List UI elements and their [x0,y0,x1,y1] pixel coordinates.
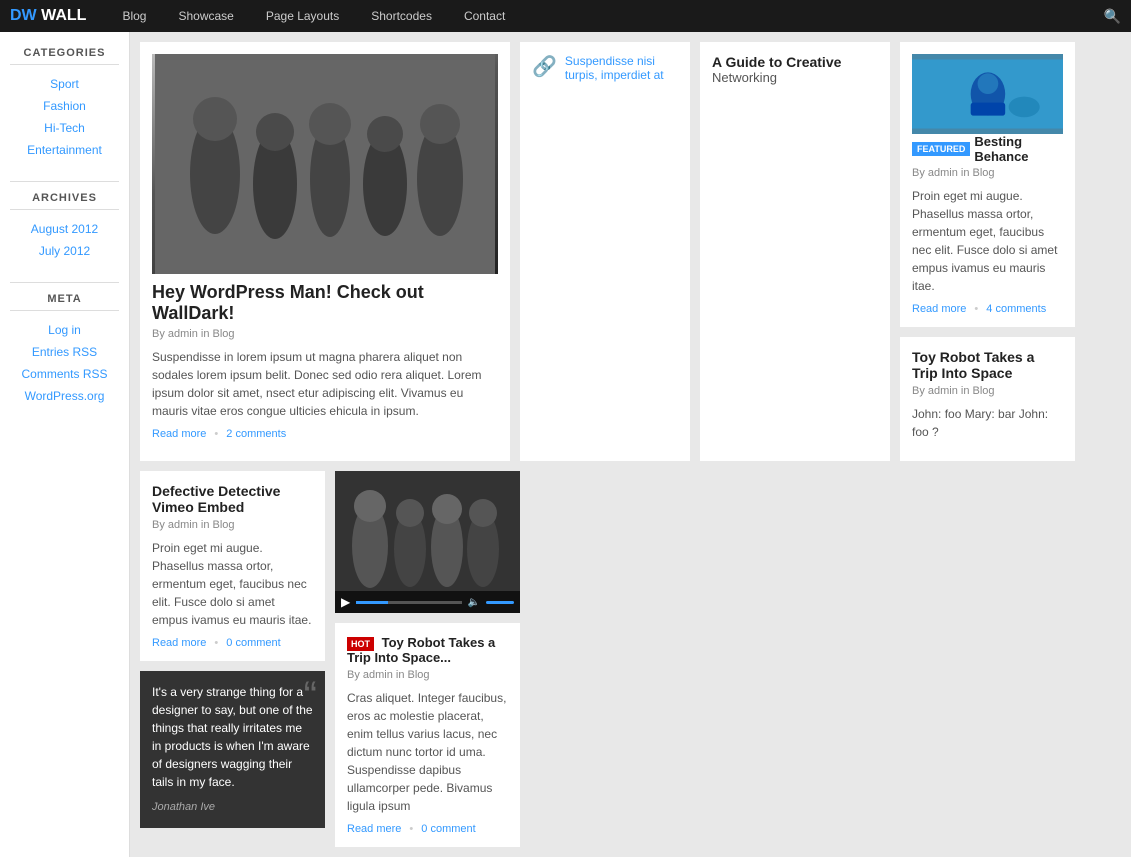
besting-read-more[interactable]: Read more [912,303,966,315]
link-icon: 🔗 [532,54,557,79]
guide-post: A Guide to Creative Networking [700,42,890,461]
meta-title: META [10,293,119,311]
featured-tag-row: FEATURED Besting Behance [912,134,1063,164]
featured-comments[interactable]: 2 comments [226,428,286,440]
sidebar-divider-1 [10,181,119,182]
archives-title: ARCHIVES [10,192,119,210]
defective-footer: Read more • 0 comment [152,637,313,649]
besting-meta: By admin in Blog [912,167,1063,179]
besting-excerpt: Proin eget mi augue. Phasellus massa ort… [912,187,1063,295]
col-middle: FEATURED Besting Behance By admin in Blo… [900,42,1075,461]
video-thumbnail[interactable] [335,471,520,591]
quote-text: It's a very strange thing for a designer… [152,683,313,791]
featured-post-meta: By admin in Blog [152,328,498,340]
sidebar-item-entertainment[interactable]: Entertainment [10,139,119,161]
meta-wordpress[interactable]: WordPress.org [10,385,119,407]
toy-robot-right-post: HOT Toy Robot Takes a Trip Into Space...… [335,623,520,847]
besting-behance-post: FEATURED Besting Behance By admin in Blo… [900,42,1075,327]
featured-post-excerpt: Suspendisse in lorem ipsum ut magna phar… [152,348,498,420]
toy-robot-right-read-more[interactable]: Read mere [347,823,401,835]
video-post: ▶ 🔈 [335,471,520,613]
sidebar: CATEGORIES Sport Fashion Hi-Tech Enterta… [0,32,130,857]
toy-robot-right-excerpt: Cras aliquet. Integer faucibus, eros ac … [347,689,508,815]
hot-badge-row: HOT Toy Robot Takes a Trip Into Space... [347,635,508,665]
besting-title: Besting Behance [974,134,1063,164]
page-wrapper: CATEGORIES Sport Fashion Hi-Tech Enterta… [0,32,1131,857]
defective-title: Defective Detective Vimeo Embed [152,483,313,515]
logo-wall: WALL [41,7,86,24]
nav-blog[interactable]: Blog [106,0,162,32]
band-video-image [335,471,520,591]
search-icon[interactable]: 🔍 [1104,8,1121,25]
toy-robot-mid-title: Toy Robot Takes a Trip Into Space [912,349,1063,381]
play-button[interactable]: ▶ [341,595,350,609]
archives-list: August 2012 July 2012 [10,218,119,262]
featured-post-title: Hey WordPress Man! Check out WallDark! [152,282,498,324]
volume-icon[interactable]: 🔈 [468,597,480,608]
categories-list: Sport Fashion Hi-Tech Entertainment [10,73,119,161]
col-right: Defective Detective Vimeo Embed By admin… [140,471,325,847]
main-nav: Blog Showcase Page Layouts Shortcodes Co… [106,0,1103,32]
band-illustration [155,54,495,274]
toy-robot-mid-post: Toy Robot Takes a Trip Into Space By adm… [900,337,1075,461]
link-post-text: Suspendisse nisi turpis, imperdiet at [565,54,678,82]
defective-comments[interactable]: 0 comment [226,637,280,649]
besting-footer: Read more • 4 comments [912,303,1063,315]
meta-list: Log in Entries RSS Comments RSS WordPres… [10,319,119,407]
nav-page-layouts[interactable]: Page Layouts [250,0,355,32]
toy-robot-right-comments[interactable]: 0 comment [421,823,475,835]
nav-shortcodes[interactable]: Shortcodes [355,0,448,32]
featured-read-more[interactable]: Read more [152,428,206,440]
col-far-right: ▶ 🔈 HOT Toy Robot Takes a Trip Into Spac… [335,471,520,847]
scuba-illustration [912,54,1063,134]
video-progress-bar[interactable] [356,601,461,604]
meta-comments-rss[interactable]: Comments RSS [10,363,119,385]
header: DW WALL Blog Showcase Page Layouts Short… [0,0,1131,32]
quote-block: “ It's a very strange thing for a design… [140,671,325,828]
archive-jul-2012[interactable]: July 2012 [10,240,119,262]
scuba-image [912,54,1063,134]
band-image [152,54,498,274]
sidebar-item-fashion[interactable]: Fashion [10,95,119,117]
hot-badge: HOT [347,637,374,651]
guide-title: A Guide to Creative [712,54,878,70]
bottom-row-left: 🔗 Suspendisse nisi turpis, imperdiet at … [520,42,890,461]
featured-badge: FEATURED [912,142,970,156]
link-post: 🔗 Suspendisse nisi turpis, imperdiet at [520,42,690,461]
meta-login[interactable]: Log in [10,319,119,341]
quote-mark-icon: “ [304,676,317,716]
defective-meta: By admin in Blog [152,519,313,531]
video-controls: ▶ 🔈 [335,591,520,613]
categories-title: CATEGORIES [10,47,119,65]
toy-robot-right-footer: Read mere • 0 comment [347,823,508,835]
main-content: Hey WordPress Man! Check out WallDark! B… [130,32,1131,857]
besting-comments[interactable]: 4 comments [986,303,1046,315]
toy-robot-mid-excerpt: John: foo Mary: bar John: foo ? [912,405,1063,441]
logo-dw: DW [10,7,37,24]
featured-post-footer: Read more • 2 comments [152,428,498,440]
archive-aug-2012[interactable]: August 2012 [10,218,119,240]
sidebar-divider-2 [10,282,119,283]
volume-bar[interactable] [486,601,514,604]
site-logo[interactable]: DW WALL [10,7,86,25]
sidebar-item-hitech[interactable]: Hi-Tech [10,117,119,139]
sidebar-item-sport[interactable]: Sport [10,73,119,95]
toy-robot-right-meta: By admin in Blog [347,669,508,681]
quote-author: Jonathan Ive [152,799,313,816]
nav-showcase[interactable]: Showcase [162,0,249,32]
guide-subtitle: Networking [712,70,878,85]
meta-entries-rss[interactable]: Entries RSS [10,341,119,363]
toy-robot-mid-meta: By admin in Blog [912,385,1063,397]
video-progress-fill [356,601,388,604]
defective-excerpt: Proin eget mi augue. Phasellus massa ort… [152,539,313,629]
defective-read-more[interactable]: Read more [152,637,206,649]
featured-post-large: Hey WordPress Man! Check out WallDark! B… [140,42,510,461]
nav-contact[interactable]: Contact [448,0,521,32]
